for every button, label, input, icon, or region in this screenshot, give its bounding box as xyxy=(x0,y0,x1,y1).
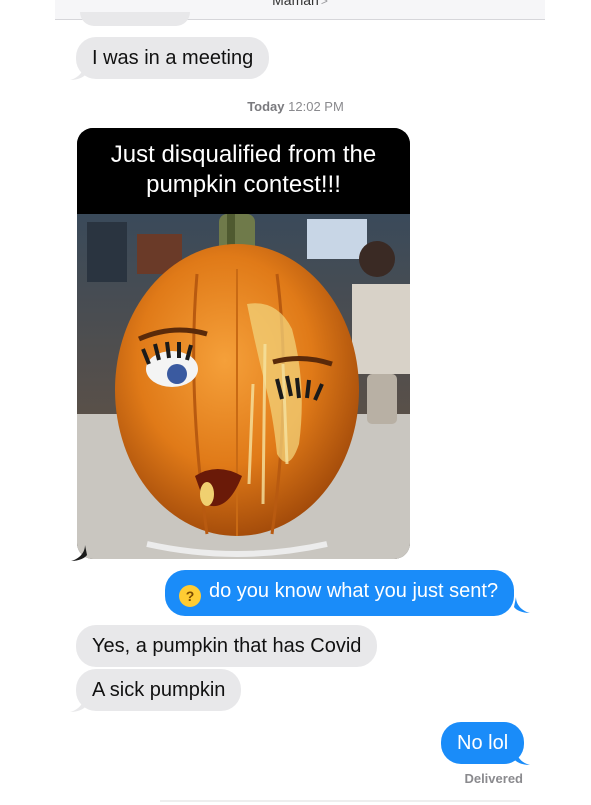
bubble-tail-icon xyxy=(71,545,87,561)
message-text: do you know what you just sent? xyxy=(209,580,499,602)
timestamp: Today 12:02 PM xyxy=(0,99,591,114)
message-text: No lol xyxy=(457,732,509,754)
outgoing-message-bubble[interactable]: No lol xyxy=(441,722,525,764)
timestamp-time: 12:02 PM xyxy=(288,99,344,114)
caption-line-2: pumpkin contest!!! xyxy=(146,171,341,198)
pumpkin-photo xyxy=(77,214,410,559)
contact-name-label: Maman xyxy=(272,0,319,8)
bubble-tail-icon xyxy=(70,64,86,80)
partial-message-bubble xyxy=(80,12,190,26)
timestamp-day: Today xyxy=(247,99,285,114)
bubble-tail-icon xyxy=(70,696,86,712)
incoming-message-bubble[interactable]: Yes, a pumpkin that has Covid xyxy=(76,625,378,667)
message-text: I was in a meeting xyxy=(92,47,254,69)
message-text: A sick pumpkin xyxy=(92,679,226,701)
incoming-message-bubble[interactable]: A sick pumpkin xyxy=(76,669,242,711)
chevron-right-icon: > xyxy=(320,0,328,8)
contact-name[interactable]: Maman > xyxy=(55,0,545,8)
thinking-face-icon: ? xyxy=(179,585,201,607)
bubble-tail-icon xyxy=(514,749,530,765)
message-thread: Maman > I was in a meeting Today 12:02 PM… xyxy=(0,0,591,805)
incoming-message-bubble[interactable]: I was in a meeting xyxy=(76,37,270,79)
caption-line-1: Just disqualified from the xyxy=(110,141,377,168)
divider xyxy=(160,800,520,802)
image-message[interactable]: Just disqualified from the pumpkin conte… xyxy=(77,128,410,559)
image-caption: Just disqualified from the pumpkin conte… xyxy=(77,128,410,214)
bubble-tail-icon xyxy=(514,597,530,613)
message-text: Yes, a pumpkin that has Covid xyxy=(92,635,362,657)
delivered-status: Delivered xyxy=(464,771,523,786)
outgoing-message-bubble[interactable]: ? do you know what you just sent? xyxy=(165,570,515,616)
